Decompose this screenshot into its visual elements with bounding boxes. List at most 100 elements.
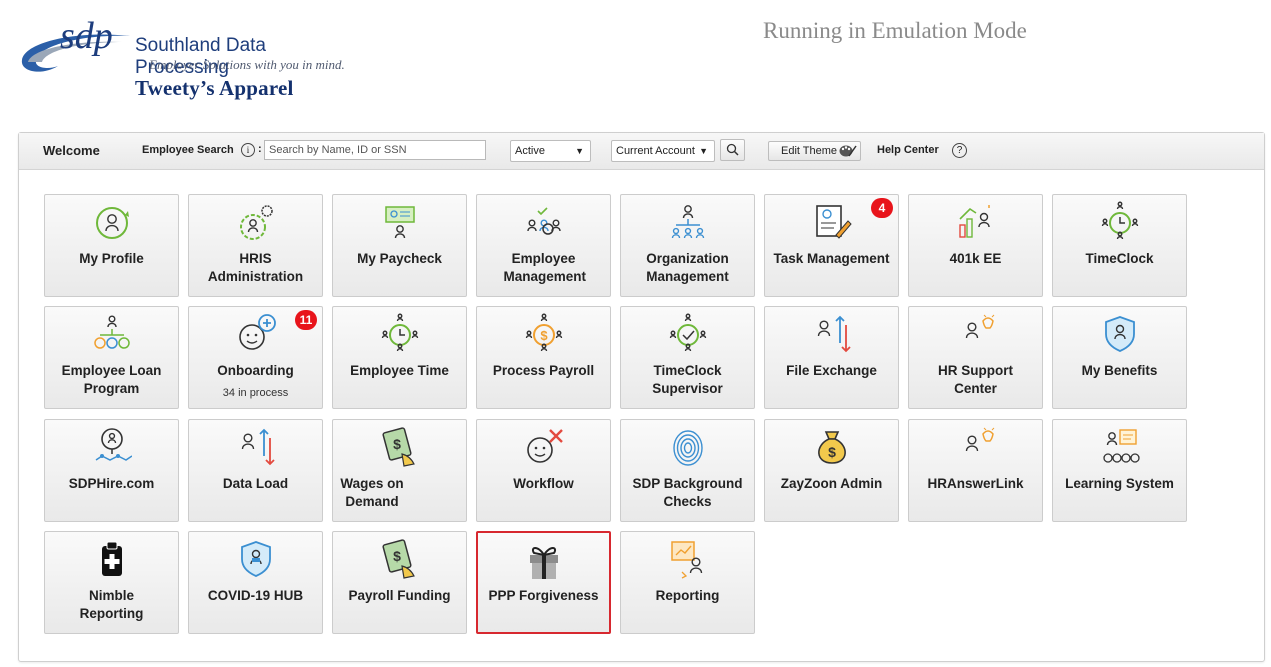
svg-text:$: $: [393, 548, 401, 564]
tile-zayzoon-admin[interactable]: $ ZayZoon Admin: [764, 419, 899, 522]
tile-workflow[interactable]: Workflow: [476, 419, 611, 522]
chevron-down-icon: ▼: [575, 146, 584, 156]
loan-icon: [92, 313, 132, 357]
edit-theme-label: Edit Theme: [781, 145, 838, 157]
task-icon: [812, 201, 852, 245]
tile-process-payroll[interactable]: $ Process Payroll: [476, 306, 611, 409]
svg-text:$: $: [540, 328, 548, 343]
tile-sdphire-com[interactable]: SDPHire.com: [44, 419, 179, 522]
file-exchange-icon: [812, 313, 852, 357]
notification-badge: 4: [871, 198, 893, 218]
notification-badge: 11: [295, 310, 317, 330]
tile-nimble-reporting[interactable]: Nimble Reporting: [44, 531, 179, 634]
learning-icon: [1100, 426, 1140, 470]
tile-hris-administration[interactable]: HRIS Administration: [188, 194, 323, 297]
palette-icon: [839, 145, 857, 157]
tile-label: Payroll Funding: [348, 588, 451, 603]
fingerprint-icon: [668, 426, 708, 470]
tile-payroll-funding[interactable]: $ Payroll Funding: [332, 531, 467, 634]
info-icon[interactable]: i: [241, 143, 255, 157]
tile-reporting[interactable]: Reporting: [620, 531, 755, 634]
edit-theme-button[interactable]: Edit Theme: [768, 141, 861, 161]
company-logo: sdp Southland Data Processing Employer S…: [18, 18, 358, 104]
tile-label: PPP Forgiveness: [488, 588, 599, 603]
emulation-banner: Running in Emulation Mode: [763, 18, 1027, 43]
tile-employee-loan-program[interactable]: Employee Loan Program: [44, 306, 179, 409]
sdp-logo-icon: sdp: [21, 18, 130, 72]
money-bag-icon: $: [812, 426, 852, 470]
tile-label: Reporting: [655, 588, 720, 603]
tile-timeclock-supervisor[interactable]: TimeClock Supervisor: [620, 306, 755, 409]
tile-label: Onboarding: [217, 363, 294, 378]
search-icon: [726, 143, 739, 156]
tile-label: Organization Management: [646, 251, 729, 284]
tile-label: HRAnswerLink: [927, 476, 1024, 491]
company-tagline: Employer Solutions with you in mind.: [149, 57, 345, 72]
hr-answer-icon: [956, 426, 996, 470]
employee-search-label: Employee Search: [142, 144, 234, 156]
tile-my-paycheck[interactable]: My Paycheck: [332, 194, 467, 297]
tile-wages-on-demand[interactable]: $ Wages on Demand: [332, 419, 467, 522]
tile-ppp-forgiveness[interactable]: PPP Forgiveness: [476, 531, 611, 634]
employee-search-input[interactable]: [264, 140, 486, 160]
tile-label: Wages on Demand: [340, 476, 404, 509]
tile-label: Employee Loan Program: [61, 363, 162, 396]
tile-label: My Paycheck: [357, 251, 442, 266]
covid-shield-icon: [236, 538, 276, 582]
tile-label: Task Management: [773, 251, 890, 266]
tile-my-profile[interactable]: My Profile: [44, 194, 179, 297]
tile-data-load[interactable]: Data Load: [188, 419, 323, 522]
svg-text:$: $: [393, 436, 401, 452]
tile-hr-support-center[interactable]: HR Support Center: [908, 306, 1043, 409]
timeclock-supervisor-icon: [668, 313, 708, 357]
workflow-icon: [524, 426, 564, 470]
hris-admin-icon: [236, 201, 276, 245]
tile-label: My Profile: [79, 251, 144, 266]
tile-file-exchange[interactable]: File Exchange: [764, 306, 899, 409]
tile-label: Data Load: [222, 476, 289, 491]
tile-learning-system[interactable]: Learning System: [1052, 419, 1187, 522]
account-select[interactable]: Current Account ▼: [611, 140, 715, 162]
tile-label: Employee Management: [503, 251, 587, 284]
search-colon: :: [258, 143, 262, 155]
tile-label: Employee Time: [350, 363, 449, 378]
tile-label: HRIS Administration: [207, 251, 304, 284]
employee-management-icon: [524, 201, 564, 245]
wages-icon: $: [380, 426, 420, 470]
gift-icon: [524, 539, 564, 583]
401k-icon: [956, 201, 996, 245]
status-select[interactable]: Active ▼: [510, 140, 591, 162]
payroll-funding-icon: $: [380, 538, 420, 582]
tile-label: SDP Background Checks: [632, 476, 743, 509]
tile-label: 401k EE: [949, 251, 1002, 266]
tile-label: Nimble Reporting: [79, 588, 144, 621]
help-icon[interactable]: ?: [952, 143, 967, 158]
tile-covid-19-hub[interactable]: COVID-19 HUB: [188, 531, 323, 634]
welcome-link[interactable]: Welcome: [43, 143, 100, 158]
tile-401k-ee[interactable]: 401k EE: [908, 194, 1043, 297]
tile-label: My Benefits: [1081, 363, 1158, 378]
tile-label: TimeClock: [1085, 251, 1154, 266]
tile-label: HR Support Center: [938, 363, 1013, 396]
tile-hranswerlink[interactable]: HRAnswerLink: [908, 419, 1043, 522]
tile-organization-management[interactable]: Organization Management: [620, 194, 755, 297]
toolbar: Welcome Employee Search i : Active ▼ Cur…: [19, 133, 1264, 170]
timeclock-icon: [1100, 201, 1140, 245]
tile-subtext: 34 in process: [222, 387, 289, 399]
help-center-link[interactable]: Help Center: [877, 144, 939, 156]
hr-support-icon: [956, 313, 996, 357]
logo-mark: sdp: [60, 18, 113, 57]
tile-employee-time[interactable]: Employee Time: [332, 306, 467, 409]
tile-sdp-background-checks[interactable]: SDP Background Checks: [620, 419, 755, 522]
hire-icon: [92, 426, 132, 470]
tile-employee-management[interactable]: Employee Management: [476, 194, 611, 297]
tile-label: SDPHire.com: [68, 476, 155, 491]
tile-label: Learning System: [1065, 476, 1174, 491]
status-select-value: Active: [515, 145, 545, 157]
search-button[interactable]: [720, 139, 745, 161]
tile-my-benefits[interactable]: My Benefits: [1052, 306, 1187, 409]
tile-label: Process Payroll: [492, 363, 595, 378]
tile-timeclock[interactable]: TimeClock: [1052, 194, 1187, 297]
account-select-value: Current Account: [616, 145, 695, 157]
chevron-down-icon: ▼: [699, 146, 708, 156]
